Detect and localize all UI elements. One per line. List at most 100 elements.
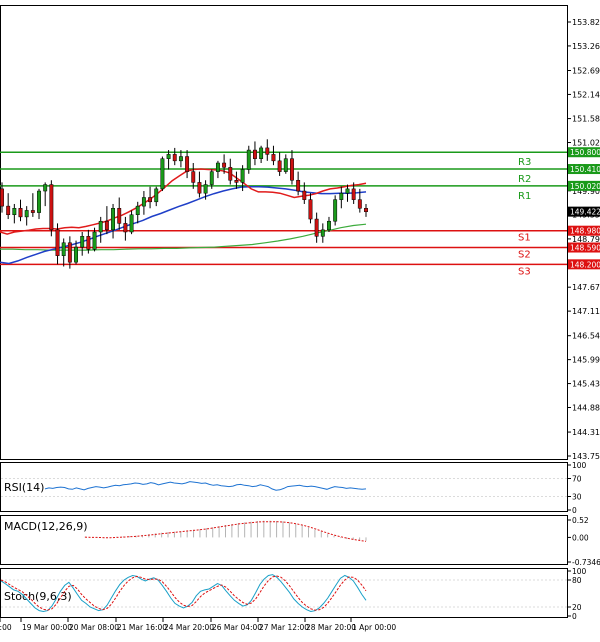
candle-up <box>43 185 46 191</box>
time-tick-label: 16:00 <box>0 623 12 632</box>
candle-up <box>179 157 182 161</box>
price-tick-label: 152.140 <box>572 90 600 99</box>
level-name-r2: R2 <box>518 174 531 185</box>
candle-down <box>124 223 127 232</box>
time-tick-label: 27 Mar 12:00 <box>259 623 309 632</box>
chart-canvas[interactable]: 153.820153.265152.695152.140151.580151.0… <box>0 0 600 638</box>
time-tick-label: 20 Mar 08:00 <box>69 623 119 632</box>
candle-down <box>352 189 355 200</box>
candle-up <box>74 247 77 262</box>
candle-up <box>167 154 170 158</box>
time-tick-label: 19 Mar 00:00 <box>22 623 72 632</box>
time-tick-label: 1 Apr 00:00 <box>352 623 396 632</box>
candle-up <box>93 232 96 249</box>
candle-up <box>130 215 133 232</box>
candle-down <box>31 210 34 212</box>
stoch-tick-label: 80 <box>572 576 582 585</box>
candle-down <box>358 200 361 209</box>
candle-down <box>198 182 201 193</box>
candle-down <box>253 150 256 159</box>
candle-down <box>56 230 59 256</box>
candle-down <box>192 172 195 183</box>
candle-up <box>37 191 40 213</box>
candle-up <box>210 172 213 185</box>
level-price-label: 148.980 <box>570 227 600 236</box>
candle-up <box>327 221 330 230</box>
candle-down <box>222 163 225 167</box>
time-tick-label: 24 Mar 20:00 <box>164 623 214 632</box>
candle-up <box>111 208 114 230</box>
level-name-s2: S2 <box>518 250 531 261</box>
candle-down <box>87 236 90 249</box>
candle-up <box>247 150 250 169</box>
candle-down <box>173 154 176 160</box>
candle-down <box>235 180 238 182</box>
candle-up <box>259 148 262 159</box>
level-price-label: 150.800 <box>570 148 600 157</box>
rsi-tick-label: 70 <box>572 475 582 484</box>
candle-up <box>346 189 349 193</box>
macd-tick-label: 0.52 <box>572 516 589 525</box>
candle-down <box>148 197 151 201</box>
candle-up <box>333 200 336 222</box>
price-tick-label: 151.580 <box>572 115 600 124</box>
macd-tick-label: -0.7346 <box>572 558 600 567</box>
level-name-s1: S1 <box>518 233 531 244</box>
time-tick-label: 26 Mar 04:00 <box>212 623 262 632</box>
price-tick-label: 143.755 <box>572 452 600 461</box>
stoch-tick-label: 20 <box>572 603 582 612</box>
candle-up <box>204 185 207 194</box>
candle-down <box>315 219 318 236</box>
rsi-tick-label: 30 <box>572 493 582 502</box>
price-tick-label: 145.990 <box>572 356 600 365</box>
candle-down <box>229 167 232 180</box>
candle-up <box>99 221 102 232</box>
level-price-label: 150.410 <box>570 165 600 174</box>
price-tick-label: 152.695 <box>572 67 600 76</box>
rsi-tick-label: 0 <box>572 506 577 515</box>
current-price-label: 149.422 <box>570 208 600 217</box>
candle-down <box>19 208 22 217</box>
current-price-marker: 149.422 <box>568 207 600 217</box>
candle-up <box>25 210 28 216</box>
candle-up <box>284 159 287 172</box>
candle-down <box>105 221 108 230</box>
candle-down <box>278 161 281 172</box>
candle-down <box>296 180 299 191</box>
candle-up <box>321 230 324 236</box>
candle-down <box>309 200 312 219</box>
macd-tick-label: 0.00 <box>572 533 589 542</box>
trading-chart: 153.820153.265152.695152.140151.580151.0… <box>0 0 600 638</box>
price-tick-label: 147.670 <box>572 283 600 292</box>
candle-up <box>340 193 343 199</box>
level-name-s3: S3 <box>518 266 531 277</box>
level-price-label: 148.200 <box>570 260 600 269</box>
price-tick-label: 144.880 <box>572 403 600 412</box>
price-tick-label: 146.545 <box>572 332 600 341</box>
candle-up <box>136 206 139 215</box>
candle-down <box>290 159 293 181</box>
stoch-tick-label: 0 <box>572 612 577 621</box>
candle-up <box>161 159 164 189</box>
level-price-label: 150.020 <box>570 182 600 191</box>
rsi-tick-label: 100 <box>572 461 587 470</box>
candle-down <box>303 191 306 200</box>
candle-down <box>68 243 71 262</box>
candle-down <box>118 208 121 223</box>
candle-up <box>81 236 84 247</box>
candle-down <box>266 148 269 154</box>
time-tick-label: 21 Mar 16:00 <box>117 623 167 632</box>
candle-down <box>272 154 275 160</box>
price-tick-label: 144.310 <box>572 428 600 437</box>
candle-down <box>364 208 367 211</box>
level-name-r3: R3 <box>518 157 531 168</box>
candle-up <box>155 189 158 202</box>
candle-up <box>216 163 219 172</box>
level-price-label: 148.590 <box>570 244 600 253</box>
candle-up <box>241 169 244 182</box>
candle-up <box>142 197 145 206</box>
rsi-label: RSI(14) <box>4 481 44 494</box>
level-name-r1: R1 <box>518 191 531 202</box>
candle-down <box>185 157 188 172</box>
macd-label: MACD(12,26,9) <box>4 520 88 533</box>
